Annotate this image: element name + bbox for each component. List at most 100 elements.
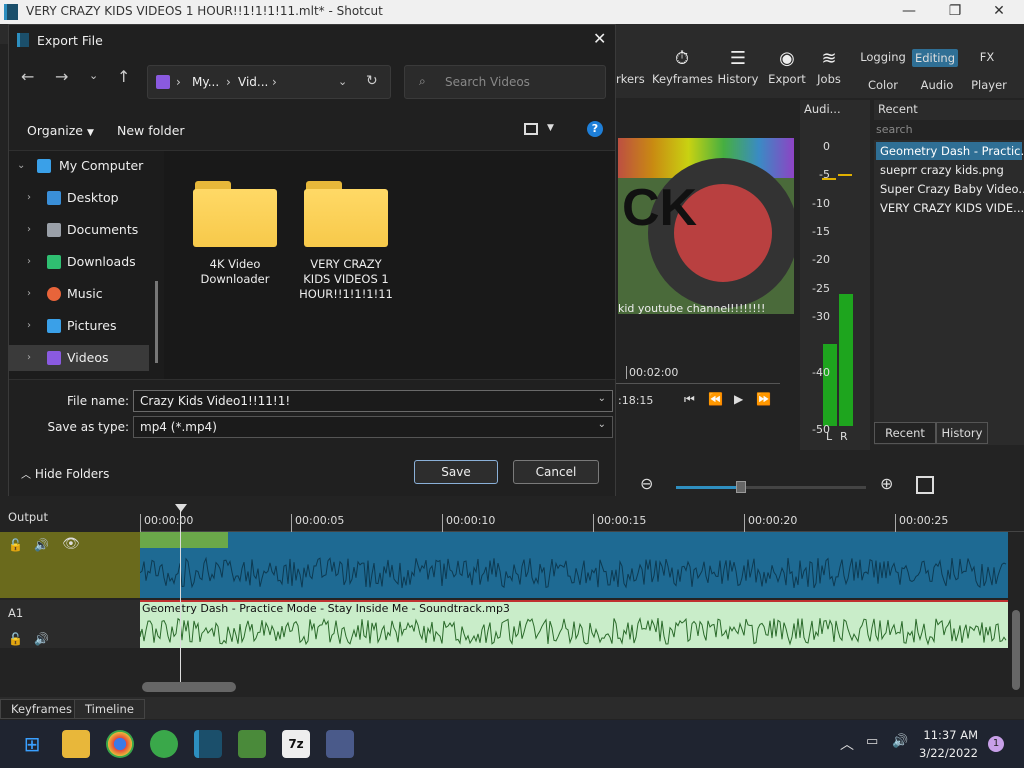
layout-tab-color[interactable]: Color bbox=[860, 78, 906, 92]
nav-item-desktop[interactable]: › Desktop bbox=[9, 185, 149, 211]
skip-previous-icon[interactable]: ⏮ bbox=[684, 392, 695, 407]
ruler-tick: 00:00:20 bbox=[744, 514, 797, 532]
meter-peak-right bbox=[838, 174, 852, 176]
cancel-button[interactable]: Cancel bbox=[513, 460, 599, 484]
timeline-horizontal-scrollbar[interactable] bbox=[142, 682, 236, 692]
chevron-down-icon[interactable]: ⌄ bbox=[598, 393, 606, 404]
nav-item-documents[interactable]: › Documents bbox=[9, 217, 149, 243]
notification-badge[interactable]: 1 bbox=[988, 736, 1004, 752]
network-icon[interactable]: ▭ bbox=[866, 734, 878, 749]
recent-item[interactable]: sueprr crazy kids.png bbox=[876, 161, 1022, 179]
speaker-icon[interactable]: 🔊 bbox=[34, 632, 49, 646]
tab-history[interactable]: History bbox=[936, 422, 988, 444]
toolbar-export[interactable]: ◉ Export bbox=[766, 48, 808, 86]
toolbar-keyframes[interactable]: ⏱ Keyframes bbox=[652, 48, 713, 86]
volume-icon[interactable]: 🔊 bbox=[892, 734, 908, 749]
meter-scale-label: -20 bbox=[812, 253, 830, 266]
paint-icon[interactable] bbox=[326, 730, 354, 758]
recent-item[interactable]: Super Crazy Baby Video... bbox=[876, 180, 1024, 198]
new-folder-button[interactable]: New folder bbox=[117, 123, 185, 138]
rewind-icon[interactable]: ⏪ bbox=[708, 392, 723, 406]
fast-forward-icon[interactable]: ⏩ bbox=[756, 392, 771, 406]
video-track-clip[interactable] bbox=[140, 532, 1008, 598]
shotcut-taskbar-icon[interactable] bbox=[194, 730, 222, 758]
toolbar-keyframes-label: Keyframes bbox=[652, 72, 713, 86]
file-explorer-icon[interactable] bbox=[62, 730, 90, 758]
zoom-in-icon[interactable]: ⊕ bbox=[880, 474, 893, 493]
lock-icon[interactable]: 🔓 bbox=[8, 632, 23, 646]
7zip-icon[interactable]: 7z bbox=[282, 730, 310, 758]
timeline-ruler[interactable]: 00:00:00 00:00:05 00:00:10 00:00:15 00:0… bbox=[140, 510, 1024, 532]
folder-item[interactable]: VERY CRAZY KIDS VIDEOS 1 HOUR!!1!1!1!11 bbox=[298, 181, 394, 302]
chevron-up-icon[interactable]: ︿ bbox=[840, 734, 854, 754]
tab-timeline[interactable]: Timeline bbox=[74, 699, 145, 719]
toolbar-markers[interactable]: rkers bbox=[616, 48, 645, 86]
playhead[interactable] bbox=[180, 506, 181, 684]
view-mode-icon[interactable] bbox=[524, 123, 538, 135]
address-bar[interactable]: › My... › Vid... › ⌄ ↻ bbox=[147, 65, 391, 99]
nav-pane-scrollbar[interactable] bbox=[155, 281, 158, 363]
nav-item-downloads[interactable]: › Downloads bbox=[9, 249, 149, 275]
organize-button[interactable]: Organize ▼ bbox=[27, 123, 94, 138]
forward-arrow-icon[interactable]: → bbox=[55, 67, 68, 86]
zoom-fit-icon[interactable] bbox=[916, 476, 934, 494]
hide-folders-button[interactable]: ︿ Hide Folders bbox=[21, 466, 109, 481]
tab-keyframes[interactable]: Keyframes bbox=[0, 699, 83, 719]
layout-tab-fx[interactable]: FX bbox=[964, 50, 1010, 64]
toolbar-history[interactable]: ☰ History bbox=[716, 48, 760, 86]
view-options-chevron-icon[interactable]: ▼ bbox=[547, 123, 554, 133]
chevron-right-icon: › bbox=[27, 256, 31, 267]
save-type-select[interactable]: mp4 (*.mp4) ⌄ bbox=[133, 416, 613, 438]
close-window-button[interactable]: ✕ bbox=[976, 0, 1022, 24]
windows-start-icon[interactable]: ⊞ bbox=[18, 730, 46, 758]
file-name-field[interactable]: Crazy Kids Video1!!11!1! ⌄ bbox=[133, 390, 613, 412]
nav-item-pictures[interactable]: › Pictures bbox=[9, 313, 149, 339]
address-dropdown-icon[interactable]: ⌄ bbox=[338, 75, 347, 88]
breadcrumb-my[interactable]: My... bbox=[192, 75, 219, 89]
layout-tab-player[interactable]: Player bbox=[966, 78, 1012, 92]
nav-item-music[interactable]: › Music bbox=[9, 281, 149, 307]
zoom-slider[interactable] bbox=[676, 481, 866, 493]
layout-tab-audio[interactable]: Audio bbox=[914, 78, 960, 92]
save-button[interactable]: Save bbox=[414, 460, 498, 484]
chrome-icon[interactable] bbox=[106, 730, 134, 758]
recent-locations-chevron-icon[interactable]: ⌄ bbox=[89, 69, 98, 82]
downloader-app-icon[interactable] bbox=[150, 730, 178, 758]
clock-time[interactable]: 11:37 AM bbox=[922, 728, 978, 742]
clock-date[interactable]: 3/22/2022 bbox=[912, 746, 978, 760]
folder-icon bbox=[304, 181, 388, 247]
recent-item[interactable]: Geometry Dash - Practic... bbox=[876, 142, 1024, 160]
search-input[interactable]: ⌕ Search Videos bbox=[404, 65, 606, 99]
up-arrow-icon[interactable]: ↑ bbox=[117, 67, 130, 86]
toolbar-jobs[interactable]: ≋ Jobs bbox=[814, 48, 844, 86]
nav-item-my-computer[interactable]: ⌄ My Computer bbox=[9, 153, 149, 179]
video-preview[interactable]: CK kid youtube channel!!!!!!!! bbox=[618, 138, 794, 314]
play-icon[interactable]: ▶ bbox=[734, 392, 743, 406]
playhead-marker-icon[interactable] bbox=[175, 504, 187, 512]
folder-item[interactable]: 4K Video Downloader bbox=[190, 181, 280, 287]
recent-item[interactable]: VERY CRAZY KIDS VIDE... bbox=[876, 199, 1024, 217]
help-icon[interactable]: ? bbox=[587, 121, 603, 137]
notepad-icon[interactable] bbox=[238, 730, 266, 758]
chevron-right-icon: › bbox=[27, 288, 31, 299]
zoom-out-icon[interactable]: ⊖ bbox=[640, 474, 653, 493]
layout-tab-logging[interactable]: Logging bbox=[860, 50, 906, 64]
close-icon[interactable]: ✕ bbox=[593, 29, 606, 48]
speaker-icon[interactable]: 🔊 bbox=[34, 538, 49, 552]
layout-tab-editing[interactable]: Editing bbox=[912, 49, 958, 67]
eye-icon[interactable]: 👁 bbox=[62, 536, 80, 552]
viewer-scrubber[interactable]: 00:02:00 bbox=[616, 354, 780, 384]
breadcrumb-videos[interactable]: Vid... bbox=[238, 75, 268, 89]
minimize-button[interactable]: — bbox=[886, 0, 932, 24]
nav-item-videos[interactable]: › Videos bbox=[9, 345, 149, 371]
audio-track-clip[interactable]: Geometry Dash - Practice Mode - Stay Ins… bbox=[140, 600, 1008, 648]
tab-recent[interactable]: Recent bbox=[874, 422, 936, 444]
back-arrow-icon[interactable]: ← bbox=[21, 67, 34, 86]
refresh-icon[interactable]: ↻ bbox=[366, 73, 378, 89]
folder-label-line: HOUR!!1!1!1!11 bbox=[299, 287, 393, 301]
lock-icon[interactable]: 🔓 bbox=[8, 538, 23, 552]
timeline-vertical-scrollbar[interactable] bbox=[1012, 610, 1020, 690]
maximize-button[interactable]: ❐ bbox=[932, 0, 978, 24]
zoom-slider-handle[interactable] bbox=[736, 481, 746, 493]
recent-search-input[interactable]: search bbox=[874, 120, 1024, 140]
